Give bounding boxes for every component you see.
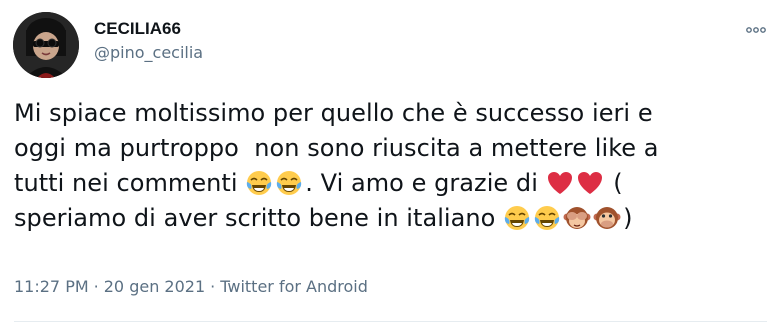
face-with-tears-of-joy-icon xyxy=(245,169,273,197)
avatar[interactable] xyxy=(13,12,79,78)
tweet-text-segment: speriamo di aver scritto bene in italian… xyxy=(14,204,504,232)
tweet-text: Mi spiace moltissimo per quello che è su… xyxy=(14,96,762,236)
meta-separator: · xyxy=(93,277,99,296)
avatar-icon xyxy=(13,12,79,78)
tweet-time[interactable]: 11:27 PM xyxy=(14,277,89,296)
divider xyxy=(14,321,767,322)
face-with-tears-of-joy-icon xyxy=(533,204,561,232)
red-heart-icon xyxy=(546,169,574,197)
see-no-evil-monkey-icon xyxy=(563,204,591,232)
red-heart-icon xyxy=(576,169,604,197)
tweet-text-segment: tutti nei commenti xyxy=(14,169,246,197)
face-with-tears-of-joy-icon xyxy=(503,204,531,232)
more-options-icon[interactable] xyxy=(743,22,767,36)
tweet-text-segment: ( xyxy=(605,169,623,197)
tweet-line-4: speriamo di aver scritto bene in italian… xyxy=(14,201,762,236)
tweet-date[interactable]: 20 gen 2021 xyxy=(104,277,205,296)
tweet-text-segment: . Vi amo e grazie di xyxy=(305,169,546,197)
speak-no-evil-monkey-icon xyxy=(593,204,621,232)
tweet-source[interactable]: Twitter for Android xyxy=(220,277,368,296)
tweet-line-3: tutti nei commenti . Vi amo e grazie di … xyxy=(14,166,762,201)
user-handle[interactable]: @pino_cecilia xyxy=(94,42,203,64)
face-with-tears-of-joy-icon xyxy=(275,169,303,197)
tweet-line-2: oggi ma purtroppo non sono riuscita a me… xyxy=(14,134,659,162)
tweet-meta: 11:27 PM · 20 gen 2021 · Twitter for Android xyxy=(14,276,368,298)
tweet-card: CECILIA66 @pino_cecilia Mi spiace moltis… xyxy=(0,0,767,328)
tweet-line-1: Mi spiace moltissimo per quello che è su… xyxy=(14,99,653,127)
display-name[interactable]: CECILIA66 xyxy=(94,18,203,40)
tweet-text-segment: ) xyxy=(623,204,633,232)
author-block[interactable]: CECILIA66 @pino_cecilia xyxy=(94,18,203,64)
meta-separator: · xyxy=(210,277,216,296)
